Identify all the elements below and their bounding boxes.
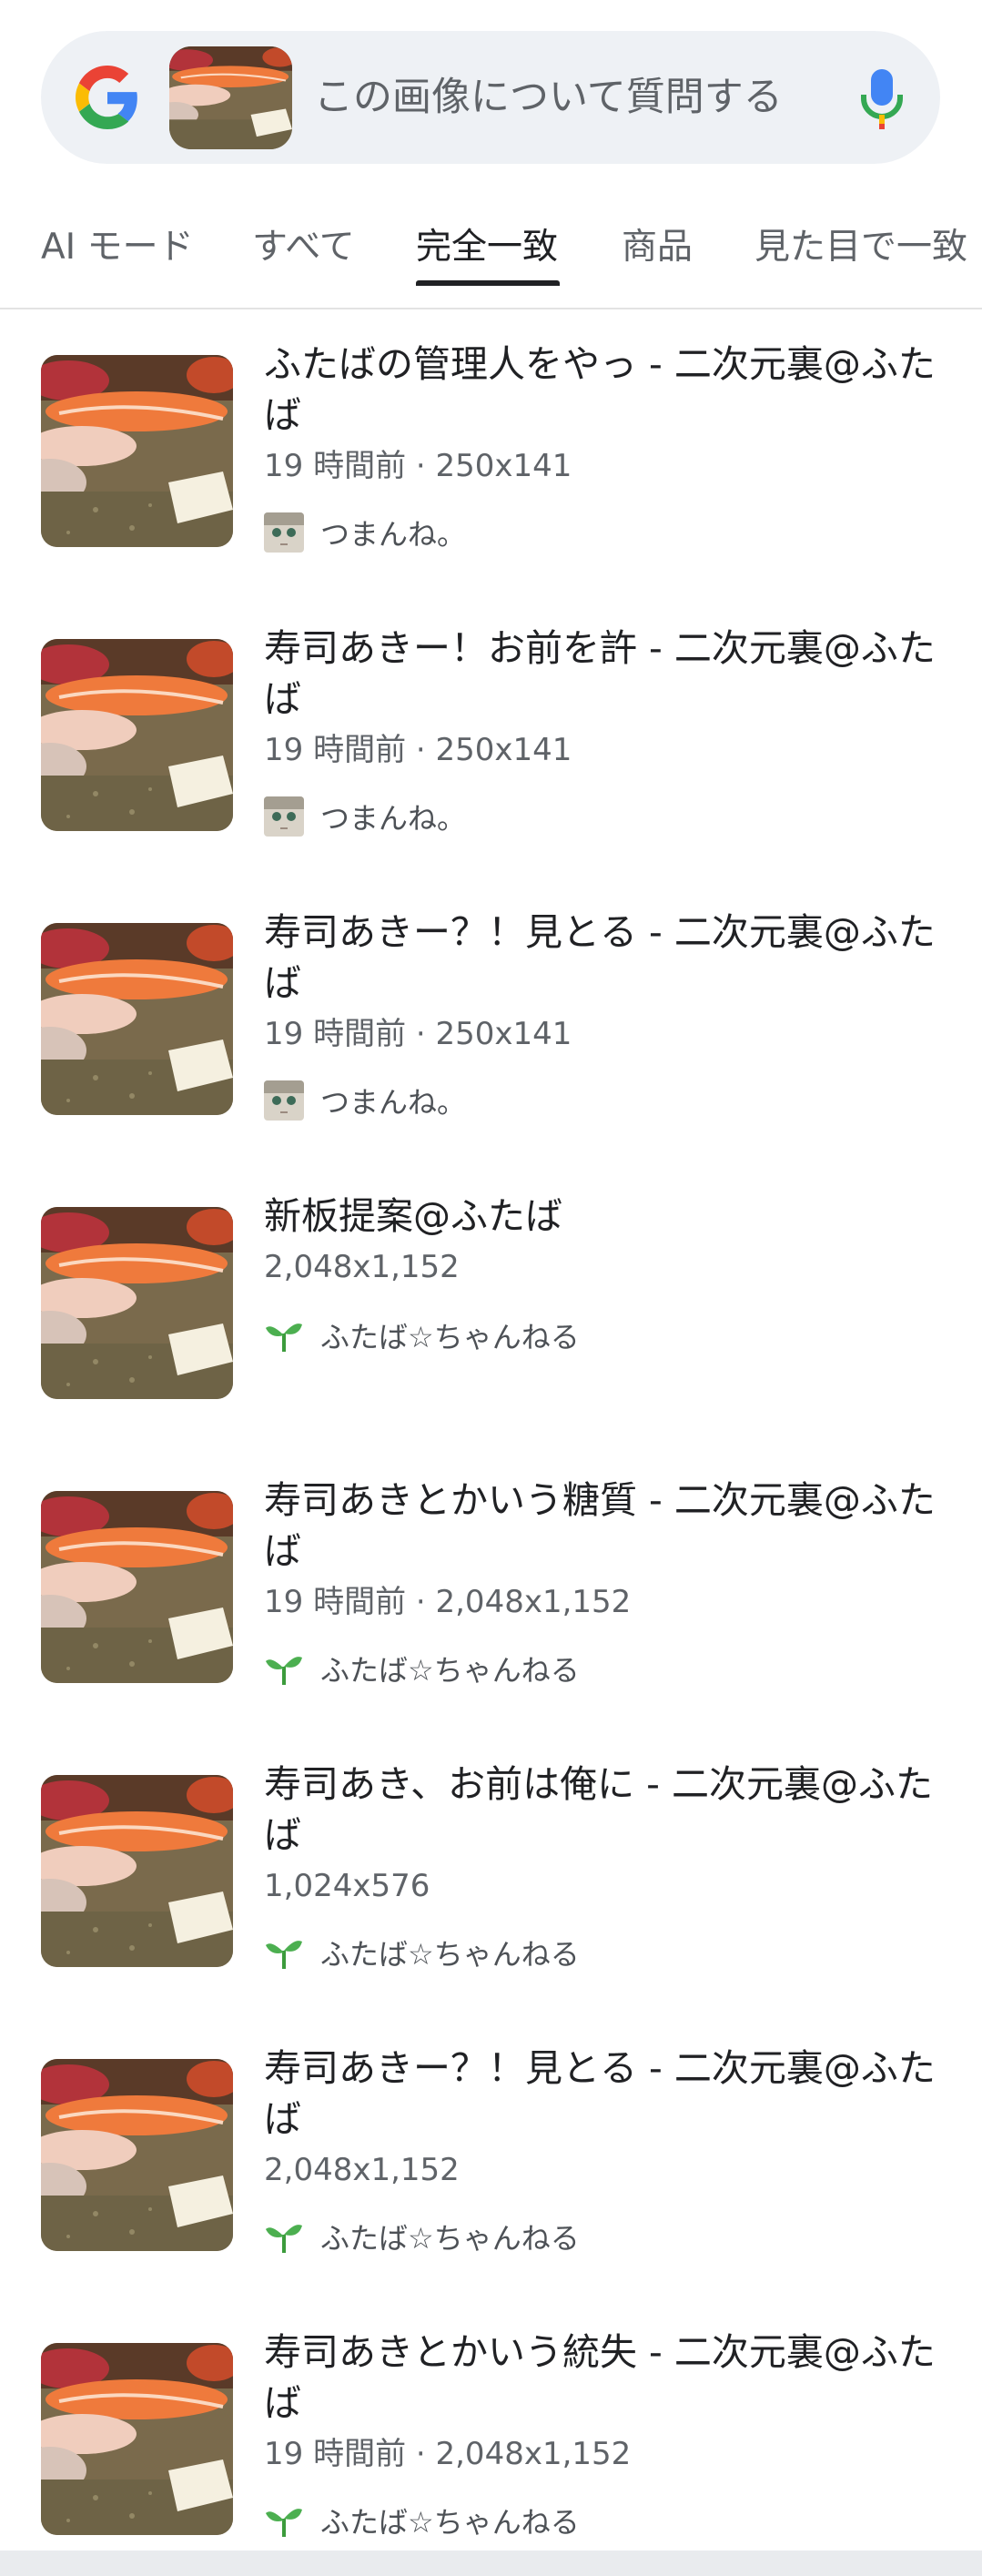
anime-avatar-icon <box>264 1080 304 1121</box>
result-item[interactable]: 寿司あきー！お前を許 - 二次元裏@ふたば 19 時間前 · 250x141 つ… <box>0 595 982 879</box>
result-title[interactable]: 寿司あきー？！見とる - 二次元裏@ふたば <box>264 907 956 1009</box>
mic-icon[interactable] <box>859 67 905 129</box>
tab-visual-matches[interactable]: 見た目で一致 <box>754 222 967 273</box>
sprout-icon <box>264 1648 304 1689</box>
result-source[interactable]: つまんね。 <box>264 796 466 837</box>
result-source-name: ふたば☆ちゃんねる <box>320 1653 580 1688</box>
result-thumbnail[interactable] <box>41 2343 233 2535</box>
result-meta: 19 時間前 · 250x141 <box>264 1016 572 1052</box>
bottom-edge <box>0 2551 982 2576</box>
result-thumbnail[interactable] <box>41 1207 233 1399</box>
result-source-name: つまんね。 <box>320 801 467 836</box>
result-meta: 2,048x1,152 <box>264 1249 460 1285</box>
google-g-icon <box>76 66 137 129</box>
result-source[interactable]: ふたば☆ちゃんねる <box>264 1648 580 1689</box>
result-item[interactable]: 寿司あきとかいう統失 - 二次元裏@ふたば 19 時間前 · 2,048x1,1… <box>0 2299 982 2576</box>
result-item[interactable]: ふたばの管理人をやっ - 二次元裏@ふたば 19 時間前 · 250x141 つ… <box>0 311 982 595</box>
result-meta: 19 時間前 · 2,048x1,152 <box>264 1584 632 1620</box>
sprout-icon <box>264 2216 304 2257</box>
result-source[interactable]: ふたば☆ちゃんねる <box>264 1314 580 1356</box>
result-thumbnail[interactable] <box>41 2059 233 2251</box>
result-source-name: つまんね。 <box>320 517 467 552</box>
result-item[interactable]: 寿司あき、お前は俺に - 二次元裏@ふたば 1,024x576 ふたば☆ちゃんね… <box>0 1731 982 2015</box>
result-source[interactable]: ふたば☆ちゃんねる <box>264 2216 580 2257</box>
result-title[interactable]: 寿司あきー？！見とる - 二次元裏@ふたば <box>264 2043 956 2145</box>
result-source[interactable]: ふたば☆ちゃんねる <box>264 2500 580 2541</box>
sprout-icon <box>264 2500 304 2541</box>
result-title[interactable]: 寿司あき、お前は俺に - 二次元裏@ふたば <box>264 1759 956 1861</box>
result-source-name: ふたば☆ちゃんねる <box>320 2221 580 2256</box>
result-item[interactable]: 寿司あきー？！見とる - 二次元裏@ふたば 19 時間前 · 250x141 つ… <box>0 879 982 1163</box>
query-image-thumbnail[interactable] <box>169 46 292 149</box>
result-source[interactable]: つまんね。 <box>264 512 466 553</box>
tab-ai-mode[interactable]: AI モード <box>41 222 194 273</box>
anime-avatar-icon <box>264 512 304 553</box>
result-source[interactable]: ふたば☆ちゃんねる <box>264 1932 580 1973</box>
tab-products[interactable]: 商品 <box>622 222 693 273</box>
result-meta: 2,048x1,152 <box>264 2152 460 2188</box>
result-title[interactable]: 寿司あきー！お前を許 - 二次元裏@ふたば <box>264 623 956 725</box>
result-source-name: ふたば☆ちゃんねる <box>320 1937 580 1972</box>
search-bar[interactable]: この画像について質問する <box>41 31 940 164</box>
result-source[interactable]: つまんね。 <box>264 1080 466 1121</box>
sprout-icon <box>264 1315 304 1355</box>
result-title[interactable]: 寿司あきとかいう糖質 - 二次元裏@ふたば <box>264 1475 956 1577</box>
tab-all[interactable]: すべて <box>252 222 355 273</box>
result-item[interactable]: 寿司あきー？！見とる - 二次元裏@ふたば 2,048x1,152 ふたば☆ちゃ… <box>0 2015 982 2299</box>
filter-tabs: AI モード すべて 完全一致 商品 見た目で一致 <box>0 211 982 309</box>
result-title[interactable]: ふたばの管理人をやっ - 二次元裏@ふたば <box>264 339 956 441</box>
anime-avatar-icon <box>264 796 304 837</box>
sprout-icon <box>264 1932 304 1973</box>
result-source-name: ふたば☆ちゃんねる <box>320 2505 580 2540</box>
result-thumbnail[interactable] <box>41 355 233 547</box>
result-meta: 19 時間前 · 250x141 <box>264 732 572 768</box>
tab-exact-match[interactable]: 完全一致 <box>416 222 558 273</box>
result-thumbnail[interactable] <box>41 639 233 831</box>
result-title[interactable]: 寿司あきとかいう統失 - 二次元裏@ふたば <box>264 2327 956 2429</box>
result-meta: 19 時間前 · 2,048x1,152 <box>264 2436 632 2472</box>
result-meta: 19 時間前 · 250x141 <box>264 448 572 484</box>
result-source-name: ふたば☆ちゃんねる <box>320 1320 580 1354</box>
active-tab-indicator <box>416 280 560 286</box>
search-input[interactable]: この画像について質問する <box>314 69 783 126</box>
result-title[interactable]: 新板提案@ふたば <box>264 1191 956 1242</box>
result-thumbnail[interactable] <box>41 1491 233 1683</box>
result-item[interactable]: 新板提案@ふたば 2,048x1,152 ふたば☆ちゃんねる <box>0 1163 982 1447</box>
result-thumbnail[interactable] <box>41 1775 233 1967</box>
result-thumbnail[interactable] <box>41 923 233 1115</box>
result-source-name: つまんね。 <box>320 1085 467 1120</box>
result-item[interactable]: 寿司あきとかいう糖質 - 二次元裏@ふたば 19 時間前 · 2,048x1,1… <box>0 1447 982 1731</box>
result-meta: 1,024x576 <box>264 1868 430 1904</box>
